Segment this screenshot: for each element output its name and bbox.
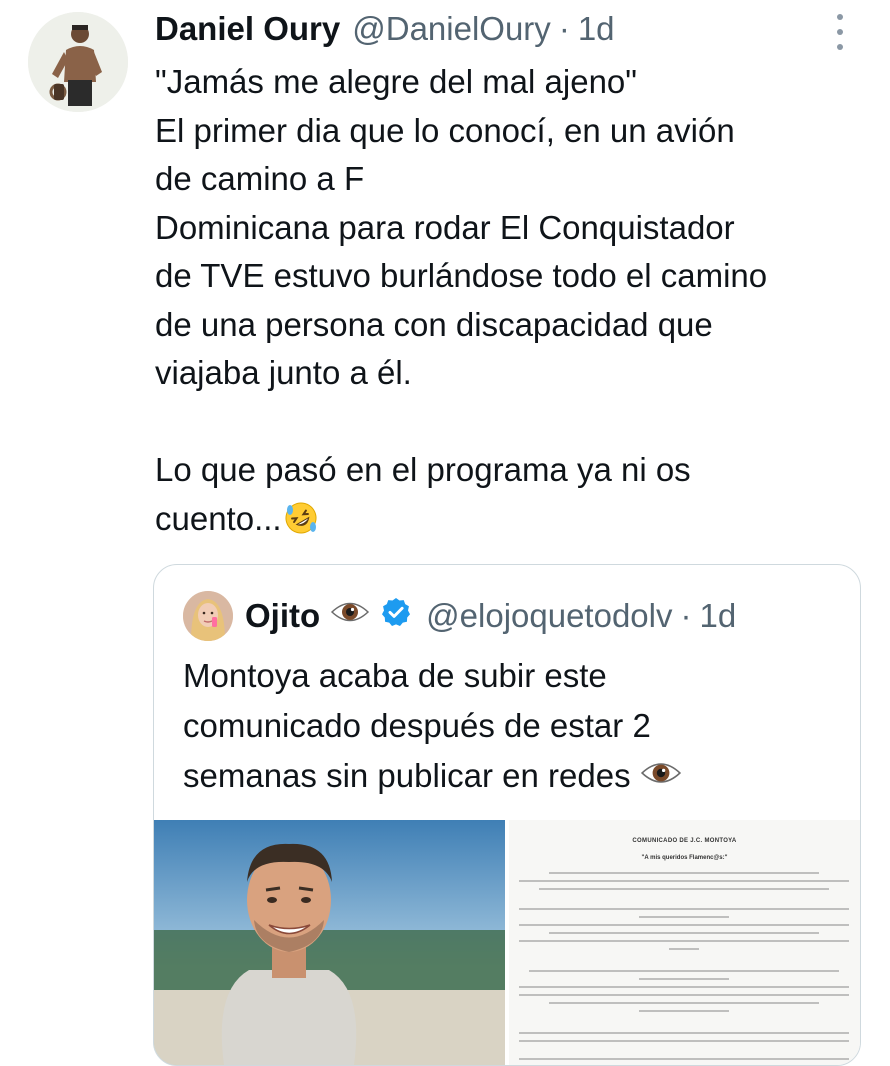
document-text-line bbox=[519, 1058, 849, 1060]
tweet-time[interactable]: 1d bbox=[578, 10, 615, 48]
quoted-tweet-line: comunicado después de estar 2 bbox=[183, 707, 651, 744]
tweet-line: Dominicana para rodar El Conquistador bbox=[155, 208, 735, 246]
quoted-author-handle[interactable]: @elojoquetodolv bbox=[426, 597, 672, 635]
tweet-text: "Jamás me alegre del mal ajeno" El prime… bbox=[155, 58, 875, 543]
quoted-avatar-image bbox=[183, 591, 233, 641]
tweet-line-last: cuento... bbox=[155, 495, 875, 544]
statement-document-image[interactable]: COMUNICADO DE J.C. MONTOYA "A mis querid… bbox=[509, 820, 860, 1065]
quoted-author-avatar[interactable] bbox=[183, 591, 233, 641]
document-title: COMUNICADO DE J.C. MONTOYA bbox=[632, 838, 737, 844]
document-text-line bbox=[529, 970, 839, 972]
quoted-header-separator: · bbox=[680, 597, 692, 634]
tweet-line: "Jamás me alegre del mal ajeno" bbox=[155, 63, 637, 100]
document-greeting: "A mis queridos Flamenc@s:" bbox=[641, 855, 728, 861]
tweet-line: El primer dia que lo conocí, en un avión bbox=[155, 111, 735, 149]
smiling-man-beach-photo[interactable] bbox=[154, 820, 505, 1065]
rolling-on-floor-laughing-emoji bbox=[284, 500, 318, 549]
tweet-header: Daniel Oury @DanielOury · 1d bbox=[155, 10, 615, 54]
quoted-media-grid: COMUNICADO DE J.C. MONTOYA "A mis querid… bbox=[154, 820, 860, 1065]
document-text-line bbox=[639, 916, 729, 918]
eye-emoji bbox=[330, 597, 370, 635]
document-text-line bbox=[519, 1032, 849, 1034]
quoted-tweet-header: Ojito @elojoquetodolv · 1d bbox=[183, 591, 736, 641]
document-text-line bbox=[519, 880, 849, 882]
document-text-line bbox=[669, 948, 699, 950]
quoted-tweet-line: Montoya acaba de subir este bbox=[183, 657, 607, 694]
avatar-image bbox=[28, 12, 128, 112]
document-text-line bbox=[549, 872, 819, 874]
tweet-line: Lo que pasó en el programa ya ni os bbox=[155, 451, 691, 488]
quoted-tweet-time[interactable]: 1d bbox=[700, 597, 737, 635]
tweet-line: de una persona con discapacidad que bbox=[155, 305, 713, 343]
photo-image bbox=[154, 820, 505, 1065]
quoted-tweet-card[interactable]: Ojito @elojoquetodolv · 1d Montoya acaba… bbox=[153, 564, 861, 1066]
tweet-line: viajaba junto a él. bbox=[155, 354, 412, 391]
verified-badge-icon[interactable] bbox=[380, 596, 412, 636]
document-text-line bbox=[519, 940, 849, 942]
document-text-line bbox=[519, 994, 849, 996]
author-handle[interactable]: @DanielOury bbox=[352, 10, 551, 48]
tweet-line: cuento... bbox=[155, 499, 282, 537]
quoted-tweet-text: Montoya acaba de subir este comunicado d… bbox=[183, 651, 843, 801]
tweet-line bbox=[155, 398, 875, 447]
document-text-line bbox=[549, 932, 819, 934]
document-text-line bbox=[639, 1010, 729, 1012]
quoted-author-name[interactable]: Ojito bbox=[245, 597, 320, 635]
author-name[interactable]: Daniel Oury bbox=[155, 10, 340, 48]
quoted-tweet-line: semanas sin publicar en redes bbox=[183, 757, 631, 794]
document-text-line bbox=[539, 888, 829, 890]
eye-emoji bbox=[640, 753, 682, 803]
document-text-line bbox=[639, 978, 729, 980]
header-separator: · bbox=[558, 10, 570, 47]
document-text-line bbox=[519, 986, 849, 988]
quoted-tweet-line-last: semanas sin publicar en redes bbox=[183, 751, 843, 801]
more-vertical-icon[interactable] bbox=[828, 14, 852, 50]
tweet-line: de camino a F bbox=[155, 160, 365, 197]
document-text-line bbox=[519, 924, 849, 926]
document-text-line bbox=[549, 1002, 819, 1004]
tweet-line: de TVE estuvo burlándose todo el camino bbox=[155, 257, 768, 294]
author-avatar[interactable] bbox=[28, 12, 128, 112]
document-text-line bbox=[519, 1040, 849, 1042]
document-text-line bbox=[519, 908, 849, 910]
